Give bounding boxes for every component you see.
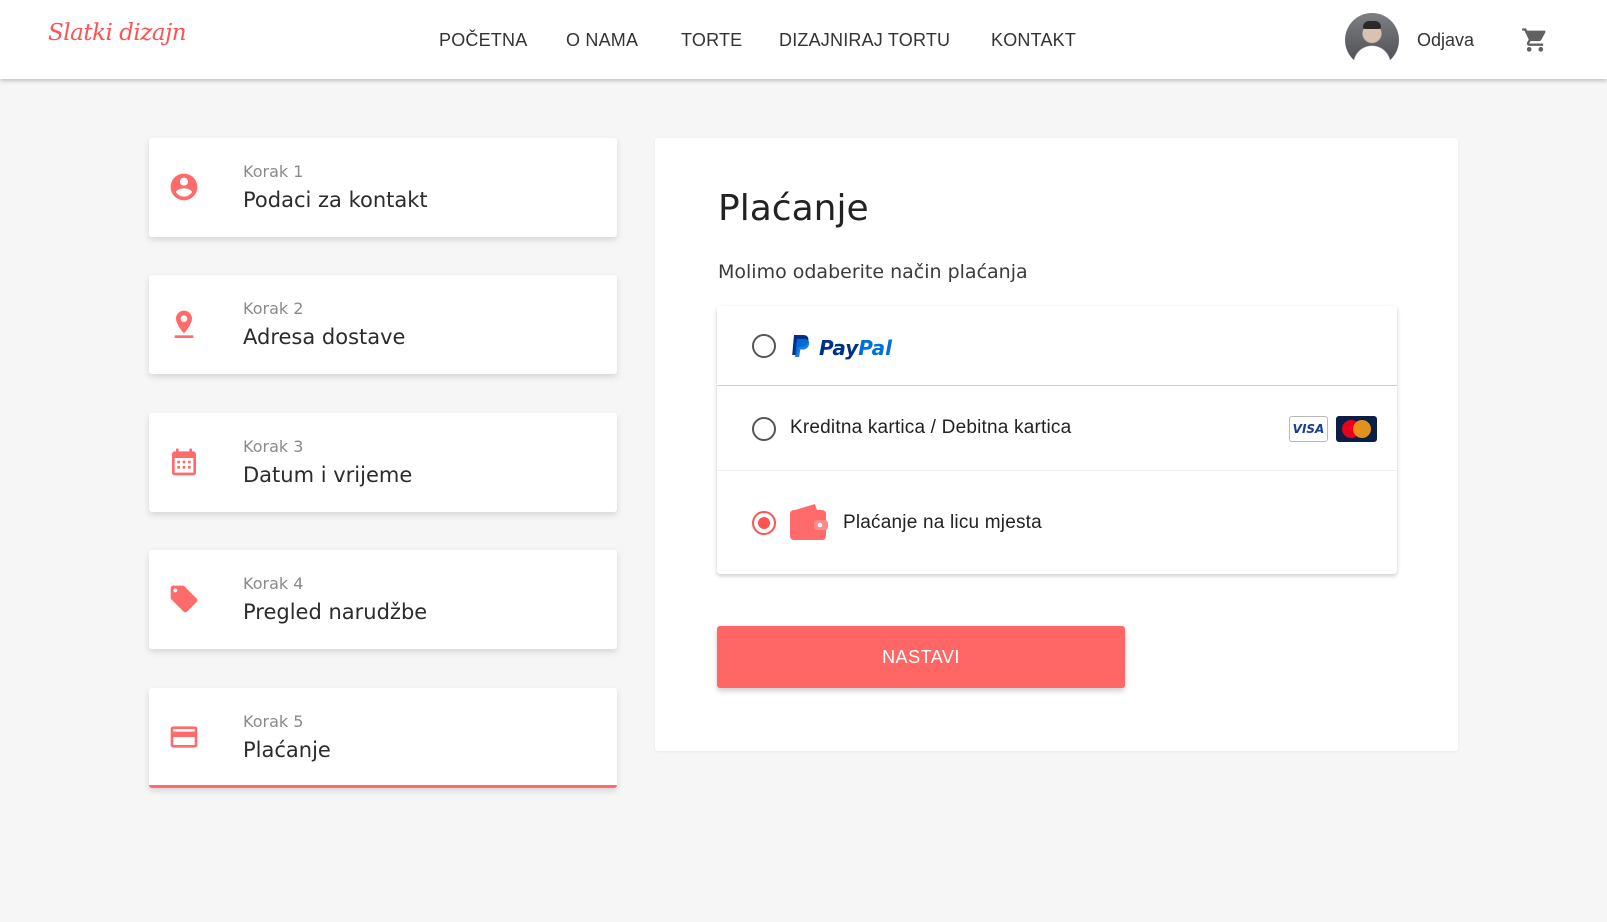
step-contact-info[interactable]: Korak 1 Podaci za kontakt [149, 138, 617, 237]
tag-icon [170, 585, 198, 613]
payment-option-cash[interactable]: Plaćanje na licu mjesta [717, 472, 1397, 574]
brand-logo[interactable]: Slatki dizajn [48, 20, 187, 46]
nav-item-kontakt[interactable]: KONTAKT [991, 30, 1076, 51]
card-radio[interactable] [752, 417, 776, 441]
step-delivery-address[interactable]: Korak 2 Adresa dostave [149, 275, 617, 374]
paypal-logo: PayPal [789, 334, 892, 360]
top-header: Slatki dizajn POČETNA O NAMA TORTE DIZAJ… [0, 0, 1607, 79]
page-title: Plaćanje [718, 188, 869, 229]
step-number: Korak 2 [243, 299, 304, 318]
calendar-icon [172, 448, 196, 476]
nav-item-dizajniraj-tortu[interactable]: DIZAJNIRAJ TORTU [779, 30, 950, 51]
paypal-radio[interactable] [752, 334, 776, 358]
step-title: Podaci za kontakt [243, 188, 428, 212]
nav-item-pocetna[interactable]: POČETNA [439, 30, 527, 51]
step-number: Korak 5 [243, 712, 304, 731]
paypal-wordmark: PayPal [819, 336, 893, 360]
step-number: Korak 3 [243, 437, 304, 456]
step-payment[interactable]: Korak 5 Plaćanje [149, 688, 617, 788]
step-number: Korak 1 [243, 162, 304, 181]
cash-option-label: Plaćanje na licu mjesta [843, 512, 1042, 533]
payment-instruction: Molimo odaberite način plaćanja [718, 261, 1028, 283]
wallet-icon [790, 504, 828, 540]
logout-link[interactable]: Odjava [1417, 30, 1474, 51]
paypal-icon [792, 335, 810, 357]
step-order-review[interactable]: Korak 4 Pregled narudžbe [149, 550, 617, 649]
payment-option-card[interactable]: Kreditna kartica / Debitna kartica VISA [717, 387, 1397, 471]
nav-item-torte[interactable]: TORTE [681, 30, 742, 51]
payment-option-paypal[interactable]: PayPal [717, 306, 1397, 386]
credit-card-icon [170, 726, 198, 748]
cash-radio[interactable] [752, 511, 776, 535]
account-circle-icon [170, 173, 198, 201]
shopping-cart-icon[interactable] [1521, 26, 1549, 54]
visa-logo: VISA [1289, 416, 1328, 442]
step-title: Plaćanje [243, 738, 331, 762]
nav-item-o-nama[interactable]: O NAMA [566, 30, 638, 51]
step-date-time[interactable]: Korak 3 Datum i vrijeme [149, 413, 617, 512]
step-title: Datum i vrijeme [243, 463, 413, 487]
continue-button[interactable]: NASTAVI [717, 626, 1125, 688]
location-pin-icon [174, 310, 194, 338]
payment-panel: Plaćanje Molimo odaberite način plaćanja… [655, 138, 1458, 751]
card-option-label: Kreditna kartica / Debitna kartica [790, 417, 1072, 438]
mastercard-logo [1336, 416, 1377, 442]
step-title: Adresa dostave [243, 325, 406, 349]
user-avatar[interactable] [1345, 13, 1399, 67]
step-title: Pregled narudžbe [243, 600, 428, 624]
payment-options: PayPal Kreditna kartica / Debitna kartic… [717, 306, 1397, 574]
step-number: Korak 4 [243, 574, 304, 593]
